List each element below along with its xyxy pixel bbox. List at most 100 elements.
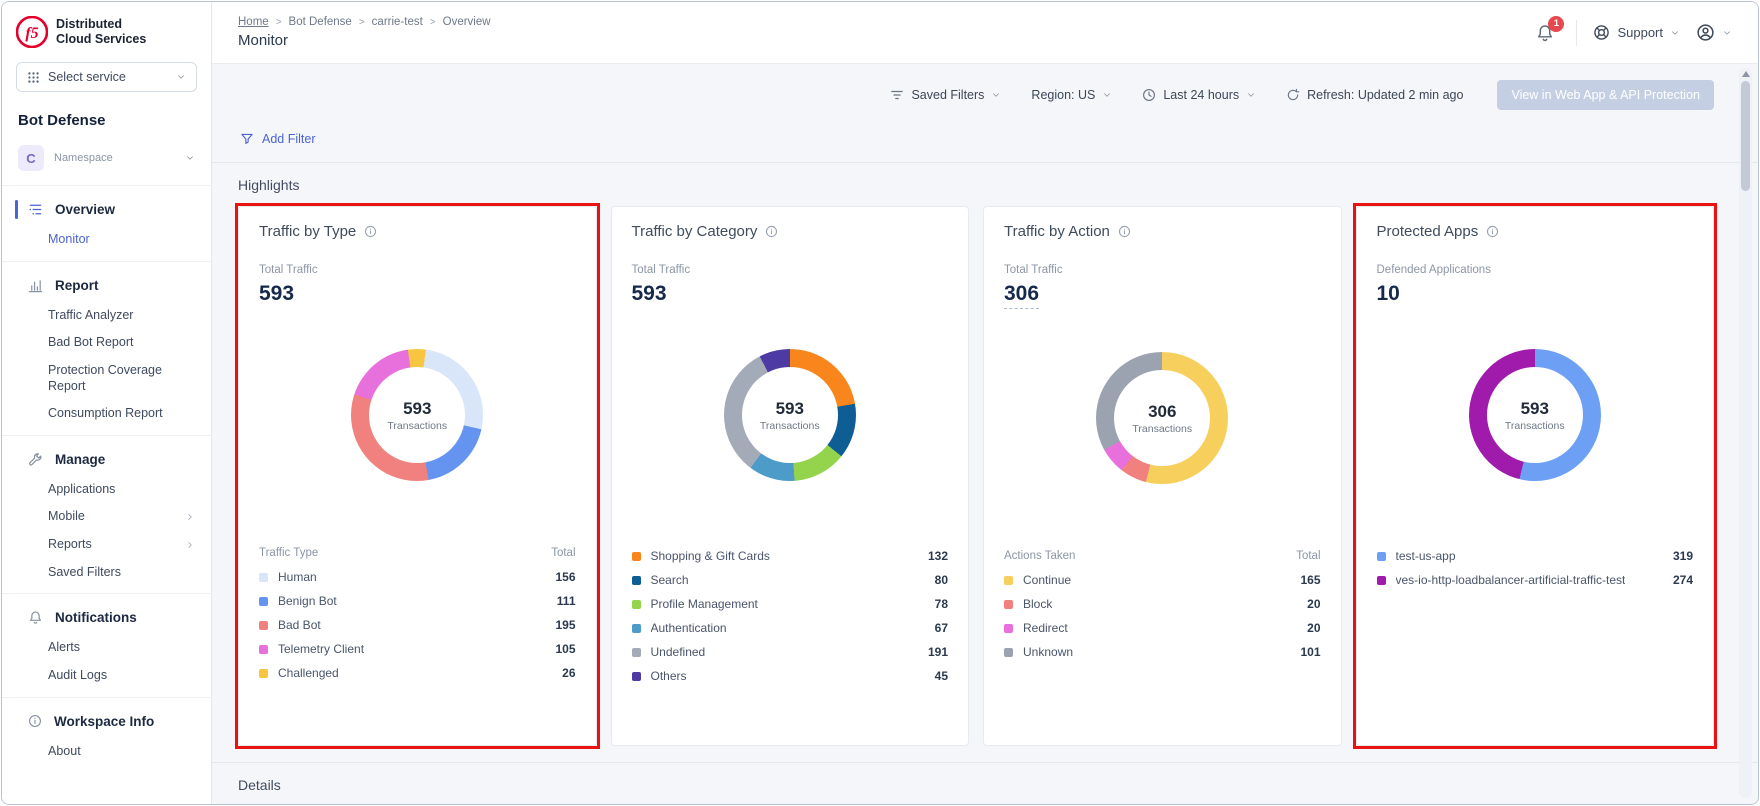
donut-center: 593Transactions: [1487, 367, 1583, 463]
scrollbar[interactable]: [1739, 68, 1752, 798]
legend-swatch: [1004, 648, 1013, 657]
legend-value: 78: [927, 597, 948, 611]
donut-chart[interactable]: 593Transactions: [1469, 349, 1601, 481]
card-title: Traffic by Category: [632, 223, 949, 240]
donut-chart[interactable]: 593Transactions: [724, 349, 856, 481]
sidebar-item-overview[interactable]: Overview: [2, 193, 211, 226]
filter-toolbar: Saved Filters Region: US Last 24 hours R…: [238, 64, 1714, 122]
legend-item-test-us-app[interactable]: test-us-app319: [1377, 544, 1694, 568]
notifications-bell-button[interactable]: 1: [1530, 22, 1560, 44]
legend-swatch: [632, 624, 641, 633]
chevron-down-icon: [185, 153, 195, 163]
legend-swatch: [1004, 624, 1013, 633]
legend-item-continue[interactable]: Continue165: [1004, 568, 1321, 592]
sidebar-item-applications[interactable]: Applications: [2, 476, 211, 504]
sidebar-item-saved-filters[interactable]: Saved Filters: [2, 559, 211, 587]
saved-filters-dropdown[interactable]: Saved Filters: [890, 88, 1001, 102]
sidebar-item-consumption-report[interactable]: Consumption Report: [2, 400, 211, 428]
legend-swatch: [632, 648, 641, 657]
nav-section-manage: ManageApplicationsMobileReports Saved Fil…: [2, 435, 211, 594]
namespace-selector[interactable]: C Namespace: [2, 139, 211, 185]
main-area: Home>Bot Defense>carrie-test>Overview Mo…: [212, 2, 1758, 804]
info-icon[interactable]: [1486, 225, 1499, 238]
sidebar-item-audit-logs[interactable]: Audit Logs: [2, 662, 211, 690]
sidebar-item-manage[interactable]: Manage: [2, 443, 211, 476]
info-icon[interactable]: [364, 225, 377, 238]
manage-icon: [28, 452, 43, 467]
sidebar-item-label: Saved Filters: [48, 565, 121, 581]
breadcrumb-item-carrie-test[interactable]: carrie-test: [372, 16, 423, 28]
region-dropdown[interactable]: Region: US: [1031, 88, 1112, 102]
sidebar-item-monitor[interactable]: Monitor: [2, 226, 211, 254]
card-title: Traffic by Type: [259, 223, 576, 240]
divider: [1576, 20, 1577, 46]
legend-header-right: Total: [1296, 550, 1320, 562]
info-icon[interactable]: [765, 225, 778, 238]
donut-chart[interactable]: 593Transactions: [351, 349, 483, 481]
support-menu[interactable]: Support: [1593, 24, 1680, 41]
grid-icon: [27, 71, 40, 84]
sidebar-item-alerts[interactable]: Alerts: [2, 634, 211, 662]
user-icon: [1696, 23, 1715, 42]
legend-item-undefined[interactable]: Undefined191: [632, 640, 949, 664]
sidebar-item-bad-bot-report[interactable]: Bad Bot Report: [2, 329, 211, 357]
legend-item-benign-bot[interactable]: Benign Bot111: [259, 589, 576, 613]
breadcrumb-separator: >: [276, 17, 282, 28]
sidebar-item-label: Overview: [55, 202, 115, 217]
legend-header-right: Total: [551, 547, 575, 559]
overview-icon: [28, 202, 43, 217]
time-range-dropdown[interactable]: Last 24 hours: [1142, 88, 1256, 102]
add-filter-button[interactable]: Add Filter: [238, 122, 1714, 162]
sidebar-item-traffic-analyzer[interactable]: Traffic Analyzer: [2, 302, 211, 330]
info-icon[interactable]: [1118, 225, 1131, 238]
legend-label: Search: [651, 573, 689, 587]
namespace-label: Namespace: [54, 152, 113, 164]
card-traffic-by-action: Traffic by ActionTotal Traffic306306Tran…: [983, 206, 1342, 746]
legend-swatch: [259, 645, 268, 654]
donut-center-label: Transactions: [1132, 423, 1192, 435]
breadcrumb-item-home[interactable]: Home: [238, 16, 269, 28]
sidebar-item-mobile[interactable]: Mobile: [2, 503, 211, 531]
legend-value: 191: [920, 645, 948, 659]
sidebar-item-workspace-info[interactable]: Workspace Info: [2, 705, 211, 738]
legend-item-unknown[interactable]: Unknown 101: [1004, 640, 1321, 664]
legend-item-human[interactable]: Human156: [259, 565, 576, 589]
legend-label: Unknown: [1023, 645, 1073, 659]
card-title-label: Protected Apps: [1377, 223, 1479, 240]
metric-value: 593: [259, 282, 294, 306]
legend-value: 101: [1292, 645, 1320, 659]
refresh-button[interactable]: Refresh: Updated 2 min ago: [1286, 88, 1463, 102]
legend-item-challenged[interactable]: Challenged26: [259, 661, 576, 685]
legend-label: Others: [651, 669, 687, 683]
legend-item-authentication[interactable]: Authentication67: [632, 616, 949, 640]
legend-value: 45: [927, 669, 948, 683]
legend-swatch: [1004, 576, 1013, 585]
legend-item-bad-bot[interactable]: Bad Bot195: [259, 613, 576, 637]
legend-item-shopping-gift-cards[interactable]: Shopping & Gift Cards132: [632, 544, 949, 568]
legend-label: ves-io-http-loadbalancer-artificial-traf…: [1396, 573, 1626, 587]
legend-item-search[interactable]: Search80: [632, 568, 949, 592]
sidebar-item-protection-coverage-report[interactable]: Protection Coverage Report: [2, 357, 211, 400]
view-in-waap-button[interactable]: View in Web App & API Protection: [1497, 80, 1714, 110]
legend-item-telemetry-client[interactable]: Telemetry Client105: [259, 637, 576, 661]
sidebar-item-about[interactable]: About: [2, 738, 211, 766]
legend-value: 67: [927, 621, 948, 635]
legend-item-redirect[interactable]: Redirect20: [1004, 616, 1321, 640]
sidebar-item-notifications[interactable]: Notifications: [2, 601, 211, 634]
select-service-dropdown[interactable]: Select service: [16, 62, 197, 92]
sidebar-item-reports[interactable]: Reports: [2, 531, 211, 559]
sidebar-item-report[interactable]: Report: [2, 269, 211, 302]
legend-item-ves-io-http-loadbalancer-artificial-traffic-test[interactable]: ves-io-http-loadbalancer-artificial-traf…: [1377, 568, 1694, 592]
account-menu[interactable]: [1696, 23, 1732, 42]
legend-item-profile-management[interactable]: Profile Management78: [632, 592, 949, 616]
donut-chart[interactable]: 306Transactions: [1096, 352, 1228, 484]
legend-item-others[interactable]: Others 45: [632, 664, 949, 688]
sidebar-item-label: Protection Coverage Report: [48, 363, 195, 394]
legend-item-block[interactable]: Block20: [1004, 592, 1321, 616]
breadcrumb-item-bot-defense[interactable]: Bot Defense: [289, 16, 352, 28]
card-traffic-by-category: Traffic by CategoryTotal Traffic593593Tr…: [611, 206, 970, 746]
sidebar-nav: Overview Monitor ReportTraffic AnalyzerBad…: [2, 185, 211, 772]
scroll-up-arrow-icon[interactable]: [1742, 71, 1750, 77]
legend-label: Human: [278, 570, 317, 584]
scrollbar-thumb[interactable]: [1741, 81, 1750, 191]
